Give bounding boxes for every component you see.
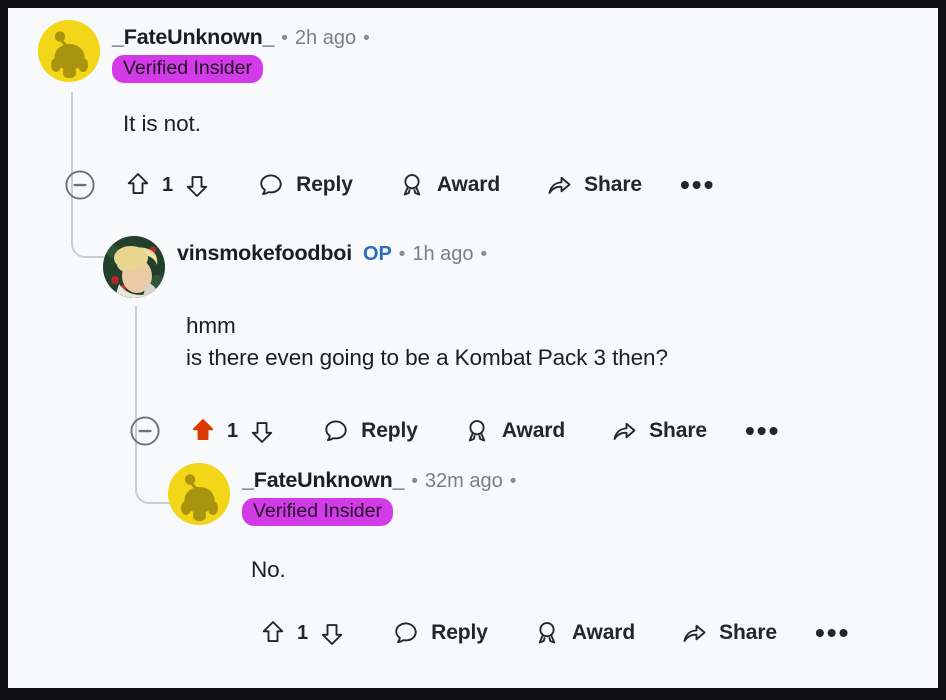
screenshot-frame: _FateUnknown_ • 2h ago • Verified Inside… — [0, 0, 946, 700]
comment-author[interactable]: vinsmokefoodboi — [177, 241, 352, 266]
comment-header: _FateUnknown_ • 2h ago • Verified Inside… — [38, 20, 377, 84]
reply-button[interactable] — [321, 416, 351, 446]
share-button[interactable] — [679, 618, 709, 648]
vote-group: 1 — [123, 170, 212, 200]
comment-actions: 1 Reply Award Share ••• — [258, 618, 850, 648]
thread-line-elbow — [71, 208, 106, 258]
collapse-button[interactable] — [128, 414, 162, 448]
upvote-button[interactable] — [123, 170, 153, 200]
comment-header: vinsmokefoodboi OP • 1h ago • — [103, 236, 494, 298]
comment-timestamp: 1h ago — [412, 243, 474, 265]
speech-bubble-icon — [325, 420, 347, 442]
upvote-button[interactable] — [188, 416, 218, 446]
award-medal-icon — [468, 420, 485, 442]
award-label: Award — [436, 173, 501, 196]
share-arrow-icon — [613, 422, 636, 440]
speech-bubble-icon — [260, 174, 282, 196]
reply-label: Reply — [361, 419, 418, 442]
vote-score: 1 — [227, 419, 239, 442]
collapse-button[interactable] — [63, 168, 97, 202]
share-button[interactable] — [544, 170, 574, 200]
avatar[interactable] — [103, 236, 165, 298]
profile-photo-icon — [103, 236, 165, 298]
downvote-button[interactable] — [247, 416, 277, 446]
comment-author[interactable]: _FateUnknown_ — [112, 25, 274, 50]
award-button[interactable] — [532, 618, 562, 648]
comment-body: hmm is there even going to be a Kombat P… — [186, 313, 668, 370]
reply-button[interactable] — [256, 170, 286, 200]
comment-author[interactable]: _FateUnknown_ — [242, 468, 404, 493]
more-options-button[interactable]: ••• — [680, 171, 715, 199]
downvote-arrow-icon — [251, 422, 273, 443]
op-badge: OP — [362, 243, 392, 265]
downvote-button[interactable] — [182, 170, 212, 200]
speech-bubble-icon — [395, 622, 417, 644]
comment-byline: vinsmokefoodboi OP • 1h ago • — [177, 241, 494, 266]
comment-body: It is not. — [123, 111, 201, 136]
award-button[interactable] — [397, 170, 427, 200]
comment-actions: 1 Reply Award Share ••• — [128, 414, 780, 448]
reply-label: Reply — [296, 173, 353, 196]
user-flair-badge: Verified Insider — [242, 498, 393, 527]
comment-meta: _FateUnknown_ • 2h ago • Verified Inside… — [100, 20, 377, 84]
award-button[interactable] — [462, 416, 492, 446]
separator-dot: • — [480, 244, 488, 265]
snoo-icon — [38, 20, 100, 82]
comment-timestamp: 2h ago — [294, 27, 357, 49]
upvote-arrow-icon — [192, 419, 214, 440]
minus-circle-icon — [130, 416, 160, 446]
downvote-arrow-icon — [321, 624, 343, 645]
comment-meta: vinsmokefoodboi OP • 1h ago • — [165, 236, 494, 266]
comment-thread-panel: _FateUnknown_ • 2h ago • Verified Inside… — [8, 8, 938, 688]
share-arrow-icon — [548, 176, 571, 194]
share-label: Share — [719, 621, 777, 644]
award-label: Award — [571, 621, 636, 644]
comment-body: No. — [251, 557, 286, 582]
downvote-button[interactable] — [317, 618, 347, 648]
share-label: Share — [584, 173, 642, 196]
separator-dot: • — [281, 28, 288, 49]
award-label: Award — [501, 419, 566, 442]
downvote-arrow-icon — [186, 176, 208, 197]
comment-byline: _FateUnknown_ • 32m ago • — [242, 468, 523, 493]
more-options-button[interactable]: ••• — [815, 619, 850, 647]
separator-dot: • — [398, 244, 406, 265]
share-button[interactable] — [609, 416, 639, 446]
vote-score: 1 — [297, 621, 309, 644]
upvote-arrow-icon — [127, 173, 149, 194]
separator-dot: • — [411, 471, 418, 492]
upvote-button[interactable] — [258, 618, 288, 648]
comment-meta: _FateUnknown_ • 32m ago • Verified Insid… — [230, 463, 523, 527]
avatar[interactable] — [38, 20, 100, 82]
comment-byline: _FateUnknown_ • 2h ago • — [112, 25, 377, 50]
comment-actions: 1 Reply Award Share ••• — [63, 168, 715, 202]
comment-timestamp: 32m ago — [424, 470, 503, 492]
share-arrow-icon — [683, 624, 706, 642]
separator-dot: • — [509, 471, 517, 492]
minus-circle-icon — [65, 170, 95, 200]
thread-line-elbow — [135, 454, 170, 504]
share-label: Share — [649, 419, 707, 442]
award-medal-icon — [403, 174, 420, 196]
avatar[interactable] — [168, 463, 230, 525]
upvote-arrow-icon — [262, 621, 284, 642]
more-options-button[interactable]: ••• — [745, 417, 780, 445]
vote-score: 1 — [162, 173, 174, 196]
user-flair-badge: Verified Insider — [112, 55, 263, 84]
snoo-icon — [168, 463, 230, 525]
reply-label: Reply — [431, 621, 488, 644]
comment-header: _FateUnknown_ • 32m ago • Verified Insid… — [168, 463, 523, 527]
reply-button[interactable] — [391, 618, 421, 648]
vote-group: 1 — [258, 618, 347, 648]
vote-group: 1 — [188, 416, 277, 446]
separator-dot: • — [363, 28, 370, 49]
award-medal-icon — [538, 622, 555, 644]
